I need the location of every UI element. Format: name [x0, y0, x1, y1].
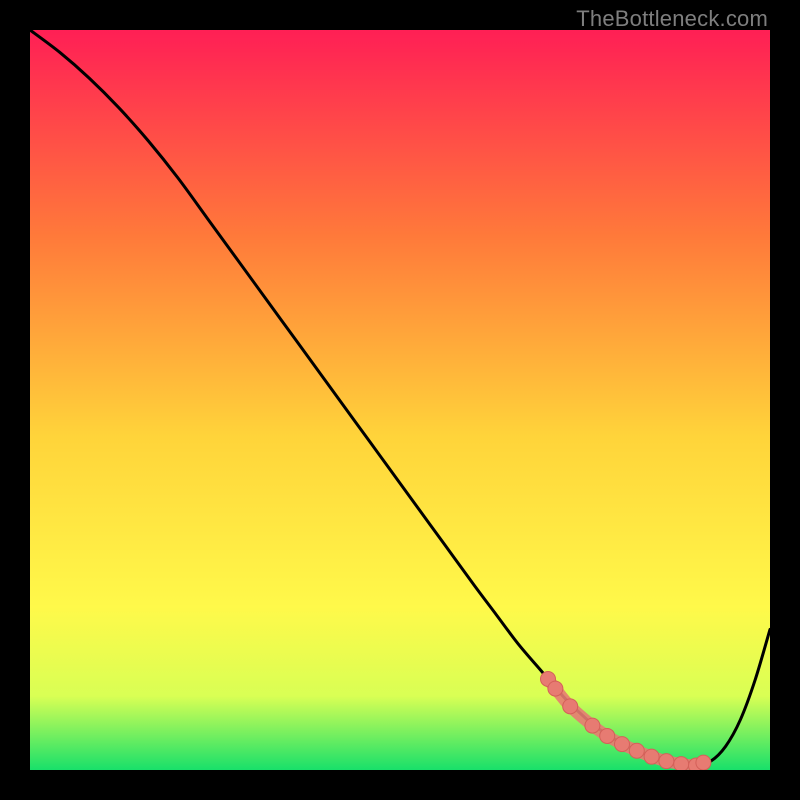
marker-dot — [563, 699, 578, 714]
marker-dot — [696, 755, 711, 770]
marker-dot — [644, 749, 659, 764]
marker-dot — [659, 754, 674, 769]
gradient-background — [30, 30, 770, 770]
marker-dot — [629, 743, 644, 758]
bottleneck-chart — [30, 30, 770, 770]
chart-frame — [30, 30, 770, 770]
marker-dot — [548, 681, 563, 696]
marker-dot — [585, 718, 600, 733]
marker-dot — [600, 728, 615, 743]
marker-dot — [674, 757, 689, 770]
watermark-text: TheBottleneck.com — [576, 6, 768, 32]
marker-dot — [615, 737, 630, 752]
